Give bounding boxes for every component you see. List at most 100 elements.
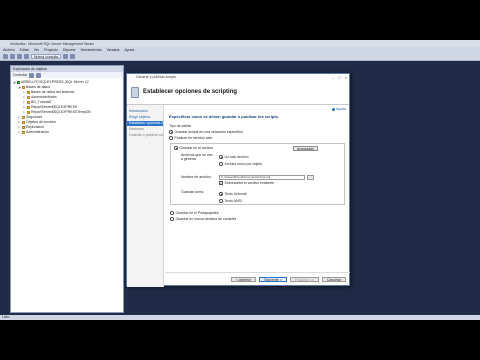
overwrite-option[interactable]: ✓ Sobrescribir el archivo existente [219, 181, 274, 185]
menu-item-ayuda[interactable]: Ayuda [124, 48, 134, 52]
dialog-footer: < Anterior Siguiente > Finalizar >>| Can… [165, 272, 350, 286]
save-icon[interactable] [24, 54, 29, 59]
save-as-unicode[interactable]: Texto Unicode [219, 192, 247, 196]
nav-item-summary[interactable]: Resumen [127, 127, 163, 132]
radio-publish-web[interactable] [169, 136, 173, 140]
new-query-button[interactable]: Nueva consulta [31, 54, 62, 59]
database-icon [27, 106, 30, 109]
radio-clipboard[interactable] [170, 211, 174, 215]
instruction-text: Especificar cómo se deben guardar o publ… [169, 114, 280, 119]
finish-button[interactable]: Finalizar >>| [289, 277, 319, 282]
menu-item-herramientas[interactable]: Herramientas [81, 48, 102, 52]
next-button[interactable]: Siguiente > [259, 277, 287, 282]
menu-item-depurar[interactable]: Depurar [63, 48, 76, 52]
radio-single-file[interactable] [219, 155, 223, 159]
nav-item-choose-objects[interactable]: Elegir objetos [127, 115, 163, 120]
database-icon [27, 96, 30, 99]
menu-item-proyecto[interactable]: Proyecto [44, 48, 58, 52]
database-icon [27, 101, 30, 104]
help-label: Ayuda [336, 107, 346, 111]
folder-icon [27, 91, 30, 94]
folder-icon [22, 131, 25, 134]
undo-icon[interactable] [63, 54, 69, 59]
filename-label: Nombre de archivo: [181, 175, 212, 179]
clipboard-option[interactable]: Guardar en el Portapapeles [170, 211, 236, 215]
file-option-single-label: Un solo archivo [224, 155, 249, 159]
new-query-window-label: Guardar en nueva ventana de consulta [175, 217, 237, 221]
expand-icon[interactable]: ▷ [18, 130, 21, 135]
dialog-title: Generar y publicar scripts [136, 75, 176, 79]
generate-scripts-dialog: Generar y publicar scripts – □ × Estable… [126, 73, 350, 287]
minimize-icon[interactable]: – [332, 75, 334, 80]
folder-icon [22, 86, 25, 89]
files-to-generate-label: Archivos que se van a generar [181, 153, 213, 161]
advanced-button[interactable]: Avanzadas [292, 146, 318, 151]
cancel-button[interactable]: Cancelar [321, 277, 346, 282]
output-option-publish-label: Publicar en servicio web [174, 136, 213, 140]
menu-item-ver[interactable]: Ver [34, 48, 39, 52]
menu-item-editar[interactable]: Editar [20, 48, 29, 52]
back-icon[interactable] [3, 54, 8, 59]
filter-icon[interactable] [29, 72, 35, 78]
save-as-unicode-label: Texto Unicode [224, 192, 247, 196]
output-option-save-label: Guardar scripts en una ubicación específ… [174, 130, 243, 134]
wizard-nav: Introducción Elegir objetos Establecer o… [127, 105, 164, 287]
server-icon [17, 81, 20, 84]
help-link[interactable]: Ayuda [332, 107, 346, 111]
nav-item-save-publish[interactable]: Guardar o publicar scripts [127, 133, 163, 138]
clipboard-label: Guardar en el Portapapeles [175, 211, 219, 215]
output-type-label: Tipo de salida [169, 124, 191, 128]
options-panel: Ayuda Especificar cómo se deben guardar … [165, 105, 350, 270]
browse-button[interactable]: ... [307, 175, 314, 180]
collapse-icon[interactable]: ◢ [18, 85, 21, 90]
help-icon [332, 107, 336, 111]
radio-new-query-window[interactable] [170, 217, 174, 221]
dialog-header: Establecer opciones de scripting [127, 80, 349, 105]
object-tree: ◢ ABREU-PC\SQLEXPRESS (SQL Server 12 ◢ Base… [11, 78, 123, 137]
connect-button[interactable]: Conectar [13, 73, 27, 77]
overwrite-checkbox[interactable]: ✓ [219, 181, 223, 185]
toolbar: Nueva consulta [0, 53, 480, 61]
tree-node-label: Administración [26, 130, 49, 134]
dialog-heading: Establecer opciones de scripting [143, 89, 238, 95]
status-text: Listo [2, 315, 10, 319]
forward-icon[interactable] [10, 54, 15, 59]
folder-icon [22, 121, 25, 124]
folder-icon [22, 126, 25, 129]
ssms-title: Ventanilla - Microsoft SQL Server Manage… [10, 41, 94, 46]
output-option-save[interactable]: Guardar scripts en una ubicación específ… [169, 130, 346, 134]
menu-item-ventana[interactable]: Ventana [107, 48, 120, 52]
nav-item-intro[interactable]: Introducción [127, 109, 163, 114]
new-query-window-option[interactable]: Guardar en nueva ventana de consulta [170, 217, 236, 221]
menu-item-archivo[interactable]: Archivo [3, 48, 15, 52]
save-as-ansi-label: Texto ANSI [224, 199, 242, 203]
close-icon[interactable]: × [345, 75, 347, 80]
open-file-icon[interactable] [17, 54, 22, 59]
maximize-icon[interactable]: □ [338, 75, 340, 80]
radio-save-location[interactable] [169, 130, 173, 134]
file-option-per-object-label: Archivo único por objeto [224, 162, 263, 166]
redo-icon[interactable] [70, 54, 76, 59]
radio-file-per-object[interactable] [219, 162, 223, 166]
collapse-icon[interactable]: ◢ [13, 80, 16, 85]
tree-node[interactable]: ▷ Administración [13, 130, 121, 135]
file-option-single[interactable]: Un solo archivo [219, 155, 262, 159]
filename-input[interactable]: C:\Users\Abreu\Documents\script.sql [219, 175, 305, 180]
ssms-titlebar: Ventanilla - Microsoft SQL Server Manage… [0, 40, 480, 47]
nav-item-scripting-options[interactable]: Establecer opciones de scripting [127, 121, 163, 126]
radio-ansi[interactable] [219, 199, 223, 203]
ssms-window: Ventanilla - Microsoft SQL Server Manage… [0, 40, 480, 320]
save-to-file-label: Guardar en el archivo [179, 146, 214, 150]
radio-unicode[interactable] [219, 192, 223, 196]
save-as-label: Guardar como: [181, 190, 205, 194]
previous-button[interactable]: < Anterior [231, 277, 257, 282]
script-wizard-icon [131, 86, 139, 98]
refresh-icon[interactable] [36, 72, 42, 78]
database-icon [27, 111, 30, 114]
file-option-per-object[interactable]: Archivo único por objeto [219, 162, 262, 166]
save-as-ansi[interactable]: Texto ANSI [219, 199, 247, 203]
status-bar: Listo [0, 315, 480, 320]
output-option-publish[interactable]: Publicar en servicio web [169, 136, 346, 140]
object-explorer: Explorador de objetos Conectar ◢ ABREU-PC… [10, 65, 124, 313]
radio-save-to-file[interactable] [174, 146, 178, 150]
